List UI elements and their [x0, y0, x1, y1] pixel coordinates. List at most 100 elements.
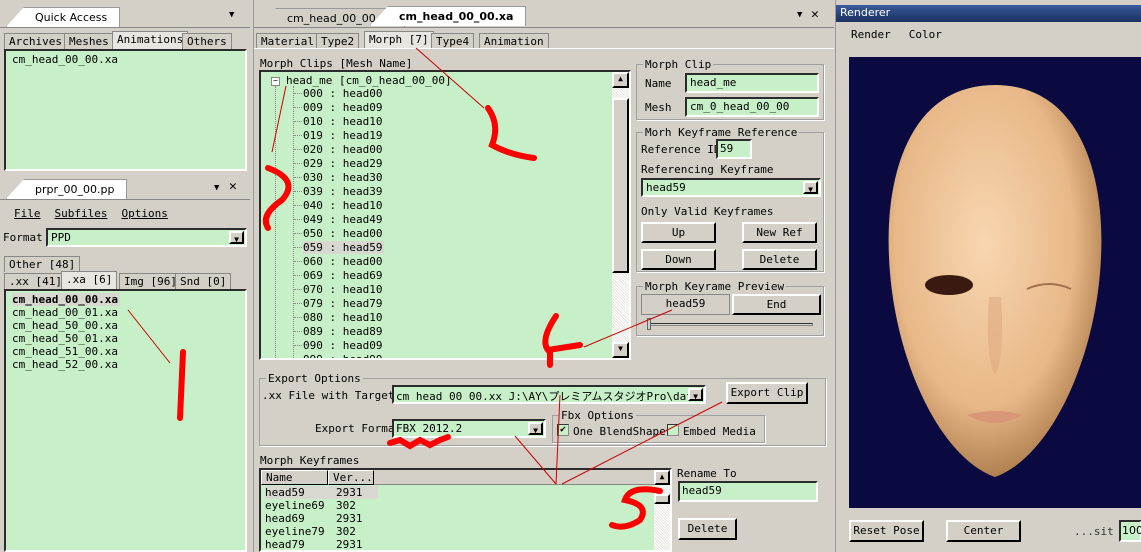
tab-type4[interactable]: Type4	[431, 33, 475, 49]
tree-item[interactable]: 030 : head30	[303, 171, 384, 184]
one-blendshape-checkbox[interactable]: ✔	[557, 424, 569, 436]
tree-root[interactable]: head_me [cm_0_head_00_00]	[286, 74, 452, 87]
column-header-name[interactable]: Name	[261, 470, 328, 485]
morph-keyframes-list[interactable]: Name Ver... head59 2931 eyeline69 302 head69…	[259, 468, 672, 552]
embed-media-checkbox[interactable]	[667, 424, 679, 436]
tree-item[interactable]: 020 : head00	[303, 143, 384, 156]
reset-pose-button[interactable]: Reset Pose	[849, 520, 924, 542]
file-item[interactable]: cm_head_50_00.xa	[12, 319, 239, 332]
chevron-down-icon[interactable]: ▼	[803, 181, 818, 194]
referencing-keyframe-select[interactable]: head59 ▼	[641, 178, 821, 197]
tree-item[interactable]: 000 : head00	[303, 87, 384, 100]
delete-ref-button[interactable]: Delete	[742, 249, 817, 270]
chevron-down-icon[interactable]: ▼	[688, 388, 703, 401]
menu-file[interactable]: File	[14, 207, 41, 220]
scroll-up-icon[interactable]: ▲	[654, 470, 670, 485]
keyframes-scrollbar[interactable]: ▲	[654, 470, 670, 550]
tab-morph[interactable]: Morph [7]	[364, 31, 434, 49]
name-field[interactable]: head_me	[685, 73, 819, 93]
tree-item[interactable]: 089 : head89	[303, 325, 384, 338]
tree-item[interactable]: 040 : head10	[303, 199, 384, 212]
pp-title-tab[interactable]: prpr_00_00.pp	[6, 179, 128, 199]
file-item[interactable]: cm_head_00_00.xa	[12, 293, 120, 306]
tree-item[interactable]: 079 : head79	[303, 297, 384, 310]
panel-menu-arrow[interactable]: ▼	[214, 183, 219, 193]
doc-tab[interactable]: cm_head_00_00.xa	[370, 6, 527, 26]
scroll-thumb[interactable]	[654, 494, 670, 504]
format-select[interactable]: PPD ▼	[46, 228, 247, 247]
menu-color[interactable]: Color	[909, 28, 942, 41]
render-viewport[interactable]	[849, 57, 1141, 508]
tree-item[interactable]: 039 : head39	[303, 185, 384, 198]
table-row[interactable]: head59 2931	[265, 486, 378, 499]
slider-thumb[interactable]	[647, 318, 651, 330]
file-item[interactable]: cm_head_00_01.xa	[12, 306, 239, 319]
tab-material[interactable]: Material	[256, 33, 319, 49]
file-item[interactable]: cm_head_52_00.xa	[12, 358, 239, 371]
new-ref-button[interactable]: New Ref	[742, 222, 817, 243]
table-row[interactable]: head69 2931	[265, 512, 378, 525]
close-icon[interactable]: ✕	[229, 179, 237, 194]
target-file-select[interactable]: cm_head_00_00.xx J:\AY\プレミアムスタジオPro\data…	[392, 385, 706, 404]
file-item[interactable]: cm_head_51_00.xa	[12, 345, 239, 358]
file-item[interactable]: cm_head_50_01.xa	[12, 332, 239, 345]
preview-end-button[interactable]: End	[732, 294, 821, 315]
tree-item[interactable]: 019 : head19	[303, 129, 384, 142]
morph-clips-tree[interactable]: − head_me [cm_0_head_00_00] 000 : head00…	[259, 70, 631, 360]
tree-item[interactable]: 059 : head59	[303, 241, 385, 254]
tab-file-type[interactable]: Img [96]	[119, 273, 182, 289]
scroll-thumb[interactable]	[612, 98, 629, 273]
collapse-icon[interactable]: −	[271, 77, 280, 86]
quick-access-title-tab[interactable]: Quick Access	[6, 7, 121, 27]
table-row[interactable]: head79 2931	[265, 538, 378, 550]
menu-options[interactable]: Options	[121, 207, 167, 220]
tree-item[interactable]: 029 : head29	[303, 157, 384, 170]
center-button[interactable]: Center	[946, 520, 1021, 542]
tab-others[interactable]: Others	[182, 33, 232, 49]
tree-item[interactable]: 090 : head09	[303, 339, 384, 352]
tab-animation[interactable]: Animation	[479, 33, 549, 49]
column-header-vertices[interactable]: Ver...	[328, 470, 374, 485]
chevron-down-icon[interactable]: ▼	[229, 231, 244, 244]
delete-keyframe-button[interactable]: Delete	[678, 518, 737, 540]
scroll-down-icon[interactable]: ▼	[612, 342, 629, 358]
tab-archives[interactable]: Archives	[4, 33, 67, 49]
scroll-up-icon[interactable]: ▲	[612, 72, 629, 88]
tree-item[interactable]: 049 : head49	[303, 213, 384, 226]
tree-item[interactable]: 070 : head10	[303, 283, 384, 296]
panel-menu-arrow[interactable]: ▼	[797, 10, 802, 20]
tree-item[interactable]: 010 : head10	[303, 115, 384, 128]
list-item[interactable]: cm_head_00_00.xa	[12, 53, 239, 66]
panel-menu-arrow[interactable]: ▼	[229, 10, 234, 20]
tree-item[interactable]: 080 : head10	[303, 311, 384, 324]
tree-item[interactable]: 099 : head99	[303, 353, 384, 358]
tree-item[interactable]: 050 : head00	[303, 227, 384, 240]
value-field[interactable]: 100	[1119, 520, 1141, 542]
preview-start-button[interactable]: head59	[641, 294, 730, 315]
tree-scrollbar[interactable]: ▲ ▼	[612, 72, 629, 358]
tab-type2[interactable]: Type2	[316, 33, 360, 49]
chevron-down-icon[interactable]: ▼	[528, 422, 543, 435]
tab-file-type[interactable]: Snd [0]	[175, 273, 232, 289]
rename-field[interactable]: head59	[678, 481, 818, 502]
quick-access-list[interactable]: cm_head_00_00.xa	[4, 49, 247, 171]
tab-file-type[interactable]: .xx [41]	[4, 273, 67, 289]
file-list[interactable]: cm_head_00_00.xa cm_head_00_01.xa cm_head_…	[4, 289, 247, 552]
tree-item[interactable]: 060 : head00	[303, 255, 384, 268]
mesh-field[interactable]: cm_0_head_00_00	[685, 97, 819, 117]
reference-id-field[interactable]: 59	[716, 139, 752, 159]
menu-subfiles[interactable]: Subfiles	[55, 207, 108, 220]
down-button[interactable]: Down	[641, 249, 716, 270]
close-icon[interactable]: ✕	[811, 7, 819, 22]
tab-animations[interactable]: Animations	[112, 31, 189, 49]
table-row[interactable]: eyeline69 302	[265, 499, 378, 512]
tree-item[interactable]: 069 : head69	[303, 269, 384, 282]
tree-item[interactable]: 009 : head09	[303, 101, 384, 114]
tab-other[interactable]: Other [48]	[4, 256, 81, 272]
up-button[interactable]: Up	[641, 222, 716, 243]
preview-slider[interactable]	[647, 323, 813, 326]
tab-meshes[interactable]: Meshes	[64, 33, 114, 49]
menu-render[interactable]: Render	[851, 28, 891, 41]
export-clip-button[interactable]: Export Clip	[726, 382, 808, 404]
table-row[interactable]: eyeline79 302	[265, 525, 378, 538]
